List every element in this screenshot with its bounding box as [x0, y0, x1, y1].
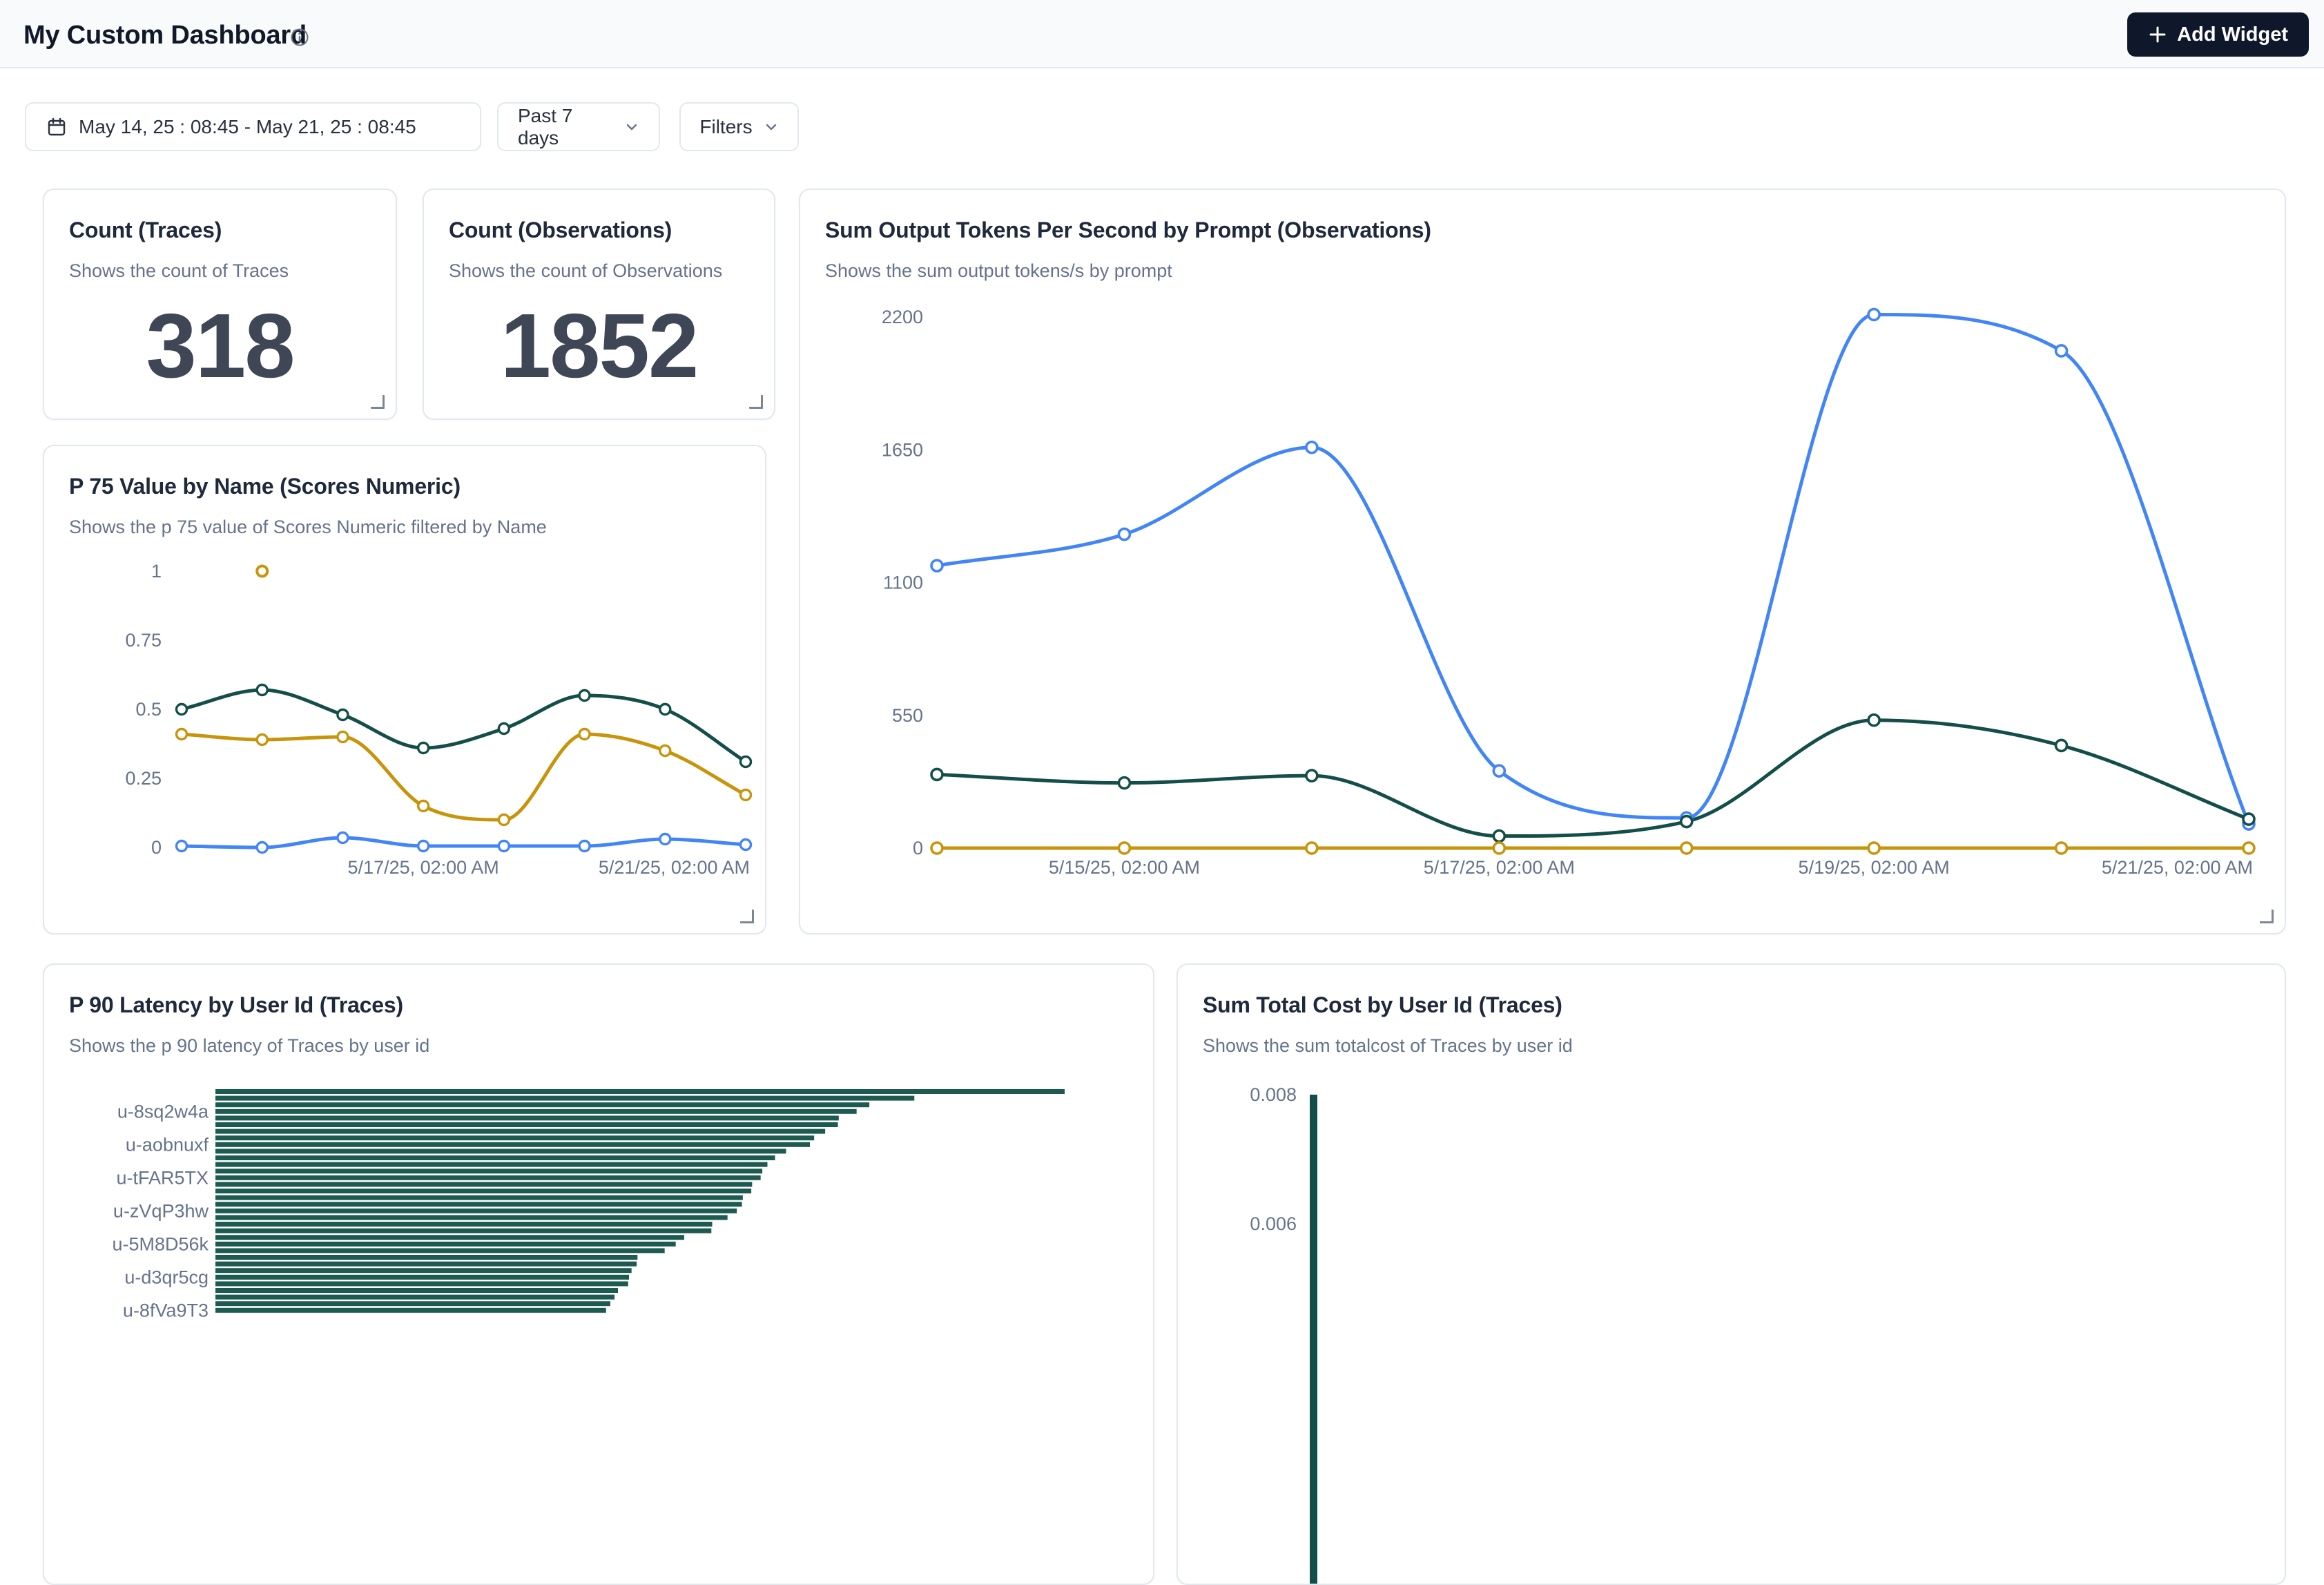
- calendar-icon: [46, 116, 68, 138]
- cost-bar-chart: 0.008 0.006: [1178, 965, 2285, 1584]
- svg-text:1650: 1650: [882, 439, 923, 460]
- svg-text:0: 0: [913, 838, 923, 858]
- widget-subtitle: Shows the count of Observations: [449, 260, 749, 282]
- svg-text:u-tFAR5TX: u-tFAR5TX: [116, 1167, 209, 1188]
- p90-bar-chart: u-8sq2w4a u-aobnuxf u-tFAR5TX u-zVqP3hw u-5M…: [44, 965, 1153, 1584]
- svg-text:u-8fVa9T3: u-8fVa9T3: [123, 1300, 209, 1320]
- info-icon[interactable]: [290, 28, 309, 47]
- svg-text:5/21/25, 02:00 AM: 5/21/25, 02:00 AM: [599, 857, 750, 878]
- count-traces-value: 318: [44, 294, 396, 398]
- dashboard-page: { "header": { "title": "My Custom Dashbo…: [0, 0, 2324, 1298]
- svg-text:u-aobnuxf: u-aobnuxf: [126, 1134, 209, 1155]
- svg-text:2200: 2200: [882, 307, 923, 327]
- svg-text:u-zVqP3hw: u-zVqP3hw: [113, 1200, 209, 1221]
- widget-p75-chart: P 75 Value by Name (Scores Numeric) Show…: [43, 445, 766, 934]
- page-title: My Custom Dashboard: [23, 21, 307, 50]
- widget-p90-latency: P 90 Latency by User Id (Traces) Shows t…: [43, 963, 1154, 1585]
- svg-text:5/17/25, 02:00 AM: 5/17/25, 02:00 AM: [1424, 857, 1575, 878]
- count-observations-value: 1852: [424, 294, 774, 398]
- svg-text:5/21/25, 02:00 AM: 5/21/25, 02:00 AM: [2102, 857, 2253, 878]
- resize-handle[interactable]: [371, 395, 385, 409]
- svg-text:5/15/25, 02:00 AM: 5/15/25, 02:00 AM: [1049, 857, 1200, 878]
- date-range-picker[interactable]: May 14, 25 : 08:45 - May 21, 25 : 08:45: [25, 102, 481, 151]
- svg-text:u-d3qr5cg: u-d3qr5cg: [124, 1267, 209, 1287]
- svg-text:u-5M8D56k: u-5M8D56k: [112, 1233, 209, 1254]
- svg-text:5/17/25, 02:00 AM: 5/17/25, 02:00 AM: [348, 857, 499, 878]
- p75-line-chart: 0 0.25 0.5 0.75 1 5/17/25, 02:00 AM 5/21/25, 0…: [44, 446, 765, 933]
- svg-text:0: 0: [151, 837, 162, 858]
- svg-text:0.006: 0.006: [1250, 1213, 1297, 1234]
- chevron-down-icon: [624, 119, 639, 135]
- widget-count-observations: Count (Observations) Shows the count of …: [423, 189, 775, 420]
- filter-row: May 14, 25 : 08:45 - May 21, 25 : 08:45 …: [0, 90, 2324, 159]
- widget-count-traces: Count (Traces) Shows the count of Traces…: [43, 189, 397, 420]
- add-widget-label: Add Widget: [2177, 23, 2288, 46]
- widget-title: Count (Traces): [69, 218, 371, 243]
- svg-text:550: 550: [892, 705, 923, 726]
- svg-text:0.75: 0.75: [125, 630, 162, 651]
- add-widget-button[interactable]: Add Widget: [2127, 12, 2309, 57]
- widget-total-cost: Sum Total Cost by User Id (Traces) Shows…: [1176, 963, 2286, 1585]
- filters-dropdown[interactable]: Filters: [679, 102, 799, 151]
- svg-text:0.008: 0.008: [1250, 1084, 1297, 1105]
- svg-text:u-8sq2w4a: u-8sq2w4a: [117, 1101, 209, 1122]
- resize-handle[interactable]: [2260, 910, 2274, 923]
- chevron-down-icon: [764, 119, 779, 135]
- widget-tokens-chart: Sum Output Tokens Per Second by Prompt (…: [799, 189, 2286, 934]
- svg-text:1: 1: [151, 561, 162, 582]
- widget-subtitle: Shows the count of Traces: [69, 260, 371, 282]
- resize-handle[interactable]: [740, 910, 754, 923]
- resize-handle[interactable]: [749, 395, 763, 409]
- date-preset-dropdown[interactable]: Past 7 days: [497, 102, 660, 151]
- svg-text:5/19/25, 02:00 AM: 5/19/25, 02:00 AM: [1799, 857, 1950, 878]
- plus-icon: [2148, 25, 2167, 44]
- svg-text:1100: 1100: [883, 573, 923, 593]
- widget-title: Count (Observations): [449, 218, 749, 243]
- tokens-line-chart: 0 550 1100 1650 2200 5/15/25, 02:00 AM 5/17/25…: [800, 190, 2285, 933]
- svg-text:0.5: 0.5: [135, 699, 162, 720]
- top-bar: My Custom Dashboard Add Widget: [0, 0, 2324, 68]
- date-preset-value: Past 7 days: [518, 105, 613, 149]
- filters-label: Filters: [699, 116, 752, 138]
- date-range-value: May 14, 25 : 08:45 - May 21, 25 : 08:45: [79, 116, 416, 138]
- svg-text:0.25: 0.25: [125, 768, 162, 789]
